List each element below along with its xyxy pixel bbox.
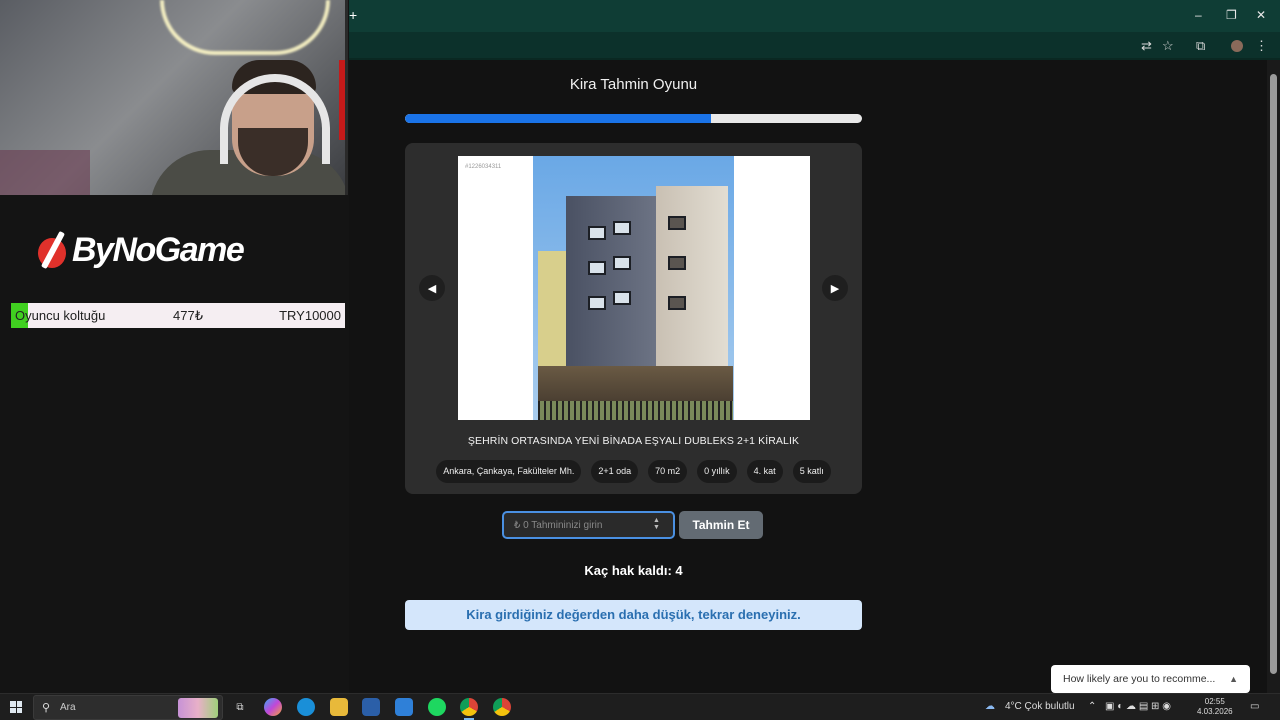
taskbar-search-text: Ara [60, 702, 76, 713]
weather-text[interactable]: 4°C Çok bulutlu [1005, 701, 1075, 712]
clock-time: 02:55 [1204, 697, 1225, 706]
search-icon: ⚲ [42, 702, 51, 714]
game-progress-bar [405, 114, 862, 123]
weather-icon[interactable]: ☁ [985, 701, 995, 712]
neon-sign [160, 0, 330, 55]
tag-floor: 4. kat [746, 460, 783, 483]
extensions-icon[interactable]: ⧉ [1196, 38, 1205, 54]
survey-popup[interactable]: How likely are you to recomme... ▲ [1051, 665, 1250, 693]
windows-start-icon[interactable] [10, 701, 22, 713]
goal-item-name: Oyuncu koltuğu [15, 308, 106, 323]
new-tab-button[interactable]: + [349, 7, 357, 23]
tag-rooms: 2+1 oda [591, 460, 639, 483]
file-explorer-icon[interactable] [330, 698, 348, 716]
browser-titlebar: + – ❐ ✕ [349, 0, 1280, 32]
store-icon[interactable] [362, 698, 380, 716]
chevron-left-icon: ◀ [427, 282, 437, 295]
bynogame-logo: ByNoGame [38, 230, 245, 270]
menu-icon[interactable]: ⋮ [1255, 38, 1268, 54]
mail-icon[interactable] [395, 698, 413, 716]
expand-caret-icon[interactable]: ▲ [1229, 665, 1238, 693]
logo-text: ByNoGame [72, 230, 245, 269]
feedback-alert: Kira girdiğiniz değerden daha düşük, tek… [405, 600, 862, 630]
search-highlight-image [178, 698, 218, 718]
notifications-icon[interactable]: ▭ [1250, 701, 1259, 712]
browser-toolbar: ⇄ ☆ ⧉ ⋮ [349, 32, 1280, 60]
listing-title: ŞEHRİN ORTASINDA YENİ BİNADA EŞYALI DUBL… [467, 435, 800, 447]
goal-current-amount: 477₺ [173, 308, 203, 323]
survey-text: How likely are you to recomme... [1063, 673, 1216, 685]
guess-button[interactable]: Tahmin Et [679, 511, 763, 539]
copilot-icon[interactable] [264, 698, 282, 716]
tray-icons[interactable]: ▣ ◐ ☁ ▤ ⊞ ◉ [1105, 701, 1171, 712]
number-stepper-icon[interactable]: ▲ ▼ [653, 517, 660, 531]
tag-area: 70 m2 [648, 460, 688, 483]
donation-goal-bar: Oyuncu koltuğu 477₺ TRY10000 [11, 303, 345, 328]
windows-taskbar: ⚲ Ara ⧉ ☁ 4°C Çok bulutlu ⌃ ▣ ◐ ☁ ▤ ⊞ ◉ … [0, 693, 1280, 720]
taskbar-search[interactable]: ⚲ Ara [33, 695, 223, 720]
minimize-button[interactable]: – [1195, 8, 1202, 22]
bookmark-star-icon[interactable]: ☆ [1162, 38, 1174, 54]
clock-date: 4.03.2026 [1197, 707, 1233, 716]
show-hidden-icons[interactable]: ⌃ [1088, 701, 1096, 712]
system-clock[interactable]: 02:55 4.03.2026 [1197, 697, 1233, 717]
bynogame-icon [38, 230, 68, 270]
close-window-button[interactable]: ✕ [1256, 8, 1266, 22]
profile-avatar[interactable] [1231, 40, 1243, 52]
tag-location: Ankara, Çankaya, Fakülteler Mh. [436, 460, 582, 483]
translate-icon[interactable]: ⇄ [1141, 38, 1152, 54]
scrollbar[interactable] [1267, 60, 1280, 693]
webcam-feed [0, 0, 348, 195]
tag-total-floors: 5 katlı [792, 460, 831, 483]
previous-photo-button[interactable]: ◀ [419, 275, 445, 301]
game-progress-fill [405, 114, 712, 123]
task-view-icon[interactable]: ⧉ [231, 698, 249, 716]
rent-guess-input[interactable] [502, 511, 675, 539]
next-photo-button[interactable]: ▶ [822, 275, 848, 301]
chrome-profile-icon[interactable] [493, 698, 511, 716]
chevron-right-icon: ▶ [830, 282, 840, 295]
stream-overlay: ByNoGame Oyuncu koltuğu 477₺ TRY10000 [0, 0, 349, 693]
spotify-icon[interactable] [428, 698, 446, 716]
listing-tags: Ankara, Çankaya, Fakülteler Mh. 2+1 oda … [405, 460, 862, 483]
listing-photo: #1226034311 [458, 156, 810, 420]
photo-reference: #1226034311 [465, 164, 502, 170]
scrollbar-thumb[interactable] [1270, 74, 1277, 674]
chrome-icon[interactable] [460, 698, 478, 720]
tag-building-age: 0 yıllık [697, 460, 737, 483]
game-title: Kira Tahmin Oyunu [569, 76, 698, 93]
goal-target-amount: TRY10000 [279, 308, 341, 323]
remaining-attempts: Kaç hak kaldı: 4 [584, 563, 683, 578]
edge-icon[interactable] [297, 698, 315, 716]
maximize-button[interactable]: ❐ [1226, 8, 1237, 22]
